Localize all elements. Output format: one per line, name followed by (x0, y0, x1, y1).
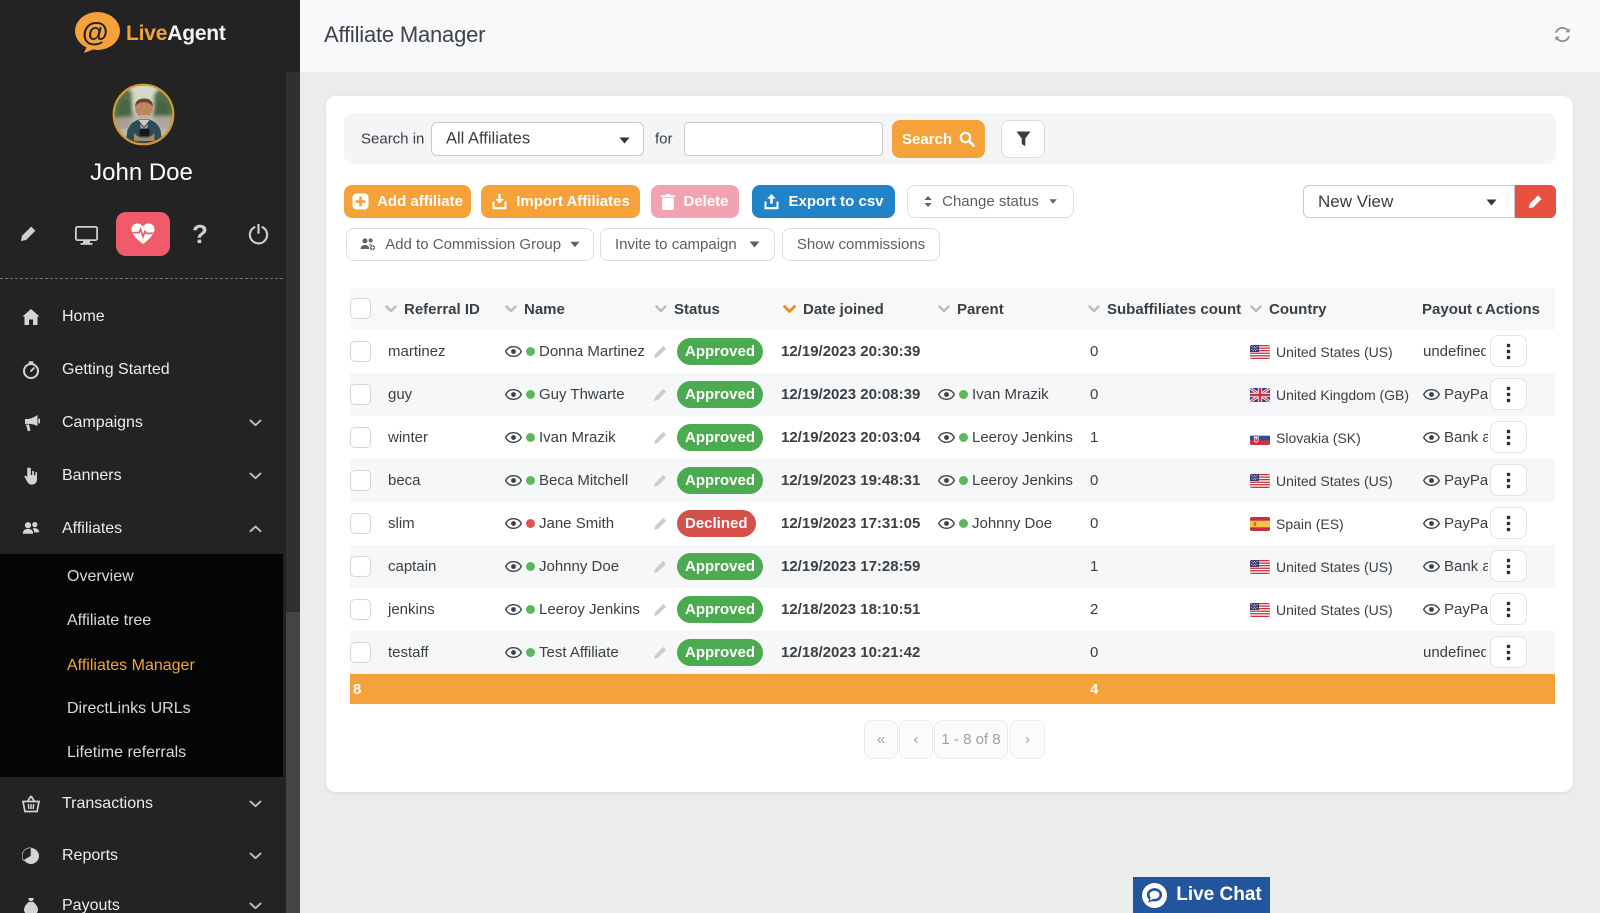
svg-text:@: @ (82, 17, 108, 47)
svg-text:LiveAgent: LiveAgent (126, 22, 226, 45)
